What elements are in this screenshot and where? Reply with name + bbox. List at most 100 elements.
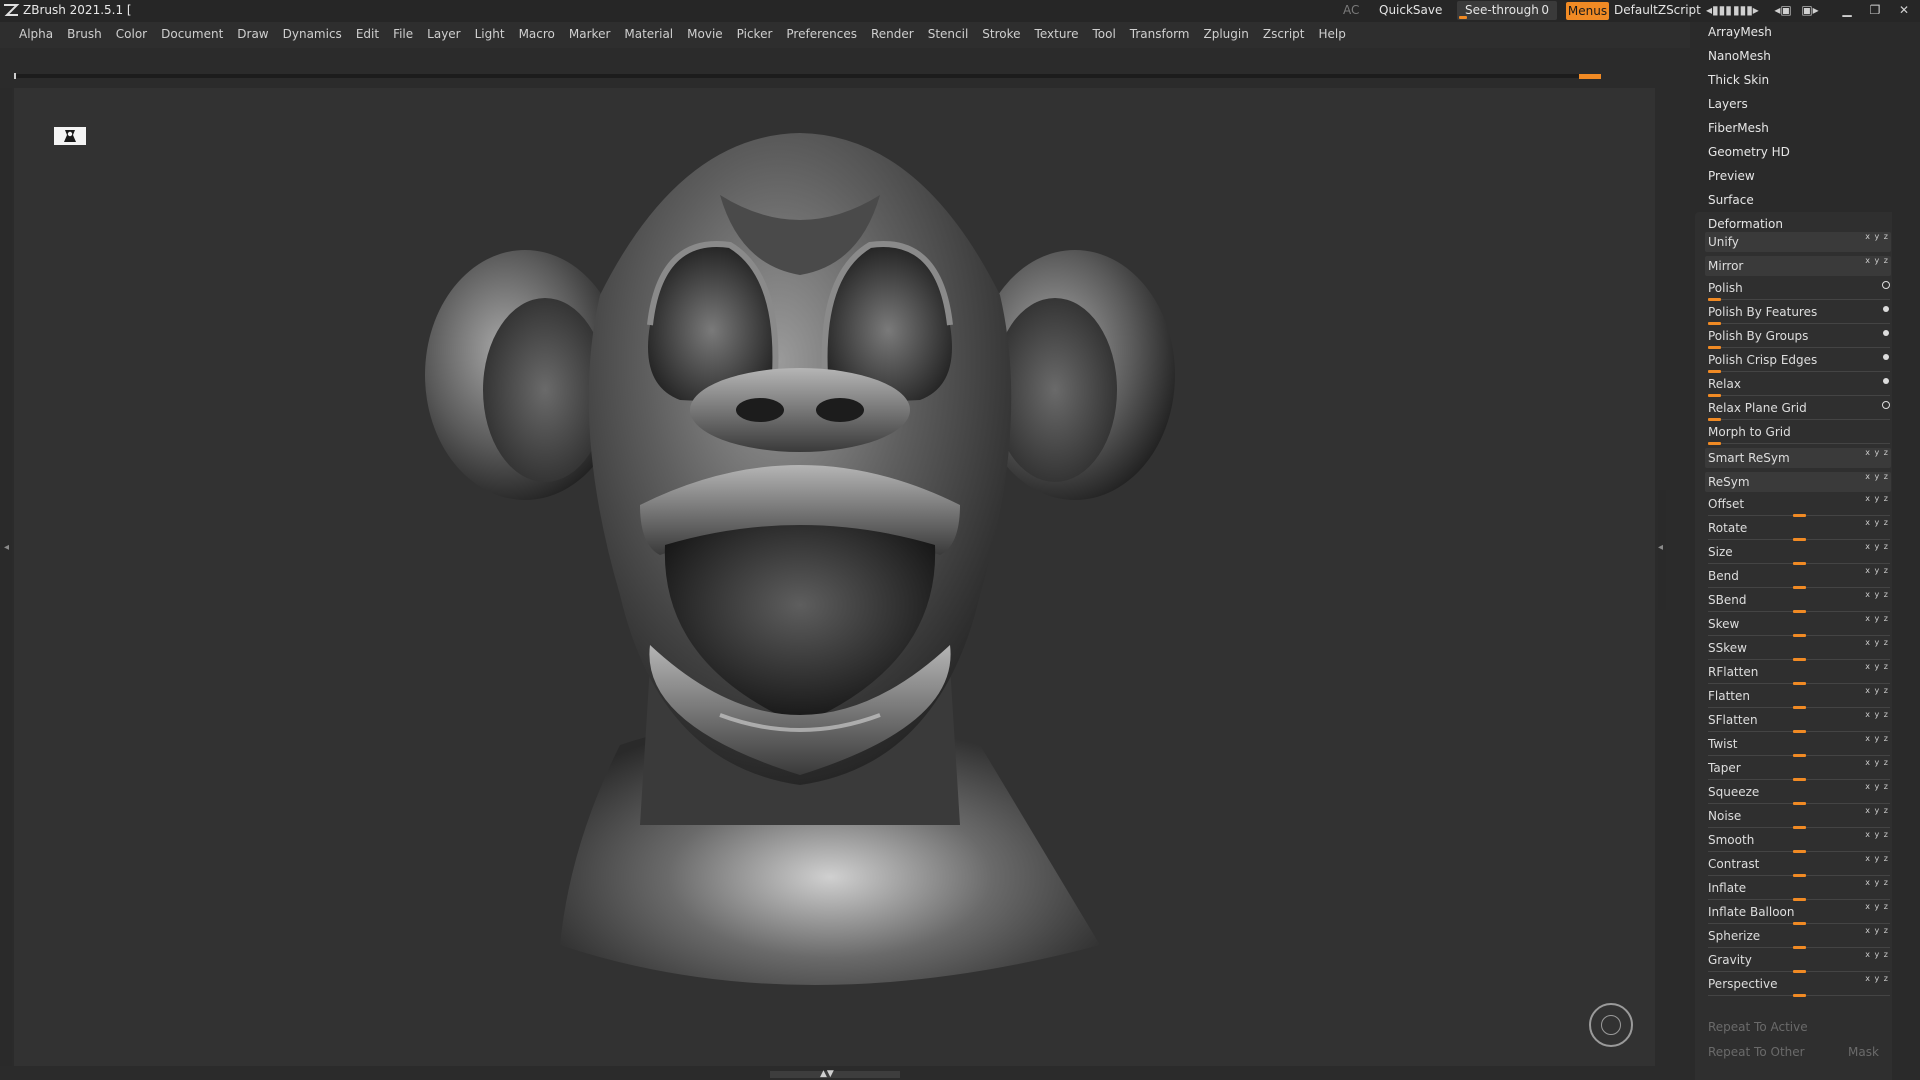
menu-dynamics[interactable]: Dynamics: [276, 27, 349, 41]
slider-thumb[interactable]: [1792, 610, 1806, 613]
skew-slider[interactable]: Skew x y z: [1705, 614, 1891, 637]
axis-toggle-icons[interactable]: x y z: [1865, 472, 1889, 481]
menu-brush[interactable]: Brush: [60, 27, 109, 41]
taper-slider[interactable]: Taper x y z: [1705, 758, 1891, 781]
menu-movie[interactable]: Movie: [680, 27, 730, 41]
sbend-slider[interactable]: SBend x y z: [1705, 590, 1891, 613]
menu-draw[interactable]: Draw: [230, 27, 275, 41]
quicksave-button[interactable]: QuickSave: [1379, 3, 1442, 17]
rotate-gyro-icon[interactable]: [1589, 1003, 1633, 1047]
slider-thumb[interactable]: [1792, 514, 1806, 517]
axis-toggle-icons[interactable]: x y z: [1865, 878, 1889, 887]
slider-thumb[interactable]: [1792, 682, 1806, 685]
unify-button[interactable]: Unify x y z: [1705, 232, 1891, 254]
sculpt-model[interactable]: [420, 125, 1180, 1025]
floor-toggle-icon[interactable]: [54, 127, 86, 145]
rotate-slider[interactable]: Rotate x y z: [1705, 518, 1891, 541]
subpalette-geometry-hd[interactable]: Geometry HD: [1708, 145, 1790, 159]
menu-layer[interactable]: Layer: [420, 27, 467, 41]
slider-thumb[interactable]: [1792, 538, 1806, 541]
polish-by-features-slider[interactable]: Polish By Features: [1705, 302, 1891, 325]
close-icon[interactable]: ✕: [1895, 2, 1913, 19]
repeat-to-active-button[interactable]: Repeat To Active: [1708, 1020, 1808, 1034]
menus-button[interactable]: Menus: [1566, 2, 1609, 20]
minimize-icon[interactable]: ▁: [1838, 2, 1856, 19]
interface-shrink-icon[interactable]: ◂▮▮▮: [1706, 2, 1732, 19]
menu-edit[interactable]: Edit: [349, 27, 386, 41]
slider-thumb[interactable]: [1792, 778, 1806, 781]
slider-thumb[interactable]: [1792, 634, 1806, 637]
axis-toggle-icons[interactable]: x y z: [1865, 758, 1889, 767]
menu-transform[interactable]: Transform: [1123, 27, 1197, 41]
slider-thumb[interactable]: [1708, 442, 1721, 445]
menu-picker[interactable]: Picker: [730, 27, 780, 41]
sflatten-slider[interactable]: SFlatten x y z: [1705, 710, 1891, 733]
menu-alpha[interactable]: Alpha: [12, 27, 60, 41]
polish-crisp-edges-slider[interactable]: Polish Crisp Edges: [1705, 350, 1891, 373]
slider-thumb[interactable]: [1708, 370, 1721, 373]
morph-to-grid-slider[interactable]: Morph to Grid: [1705, 422, 1891, 445]
ac-label[interactable]: AC: [1343, 3, 1359, 17]
repeat-to-other-button[interactable]: Repeat To Other: [1708, 1045, 1805, 1059]
menu-file[interactable]: File: [386, 27, 420, 41]
contrast-slider[interactable]: Contrast x y z: [1705, 854, 1891, 877]
slider-thumb[interactable]: [1792, 586, 1806, 589]
slider-thumb[interactable]: [1792, 874, 1806, 877]
subpalette-fibermesh[interactable]: FiberMesh: [1708, 121, 1769, 135]
flatten-slider[interactable]: Flatten x y z: [1705, 686, 1891, 709]
axis-toggle-icons[interactable]: x y z: [1865, 710, 1889, 719]
axis-toggle-icons[interactable]: x y z: [1865, 256, 1889, 265]
deformation-title[interactable]: Deformation: [1708, 217, 1783, 231]
menu-tool[interactable]: Tool: [1085, 27, 1122, 41]
bottom-tray-handle[interactable]: [770, 1071, 900, 1078]
menu-preferences[interactable]: Preferences: [779, 27, 864, 41]
axis-toggle-icons[interactable]: x y z: [1865, 518, 1889, 527]
subpalette-nanomesh[interactable]: NanoMesh: [1708, 49, 1771, 63]
right-tray-toggle[interactable]: ◂: [1658, 490, 1666, 610]
subpalette-arraymesh[interactable]: ArrayMesh: [1708, 25, 1772, 39]
subpalette-thick-skin[interactable]: Thick Skin: [1708, 73, 1769, 87]
menu-texture[interactable]: Texture: [1028, 27, 1086, 41]
axis-toggle-icons[interactable]: x y z: [1865, 950, 1889, 959]
slider-thumb[interactable]: [1792, 850, 1806, 853]
menu-light[interactable]: Light: [468, 27, 512, 41]
menu-document[interactable]: Document: [154, 27, 230, 41]
slider-thumb[interactable]: [1708, 418, 1721, 421]
relax-slider[interactable]: Relax: [1705, 374, 1891, 397]
default-zscript-button[interactable]: DefaultZScript: [1614, 3, 1701, 17]
relax-plane-grid-slider[interactable]: Relax Plane Grid: [1705, 398, 1891, 421]
menu-render[interactable]: Render: [864, 27, 921, 41]
slider-thumb[interactable]: [1708, 322, 1721, 325]
slider-thumb[interactable]: [1708, 298, 1721, 301]
axis-toggle-icons[interactable]: x y z: [1865, 854, 1889, 863]
axis-toggle-icons[interactable]: x y z: [1865, 782, 1889, 791]
restore-icon[interactable]: ❐: [1866, 2, 1884, 19]
slider-thumb[interactable]: [1792, 730, 1806, 733]
spherize-slider[interactable]: Spherize x y z: [1705, 926, 1891, 949]
axis-toggle-icons[interactable]: x y z: [1865, 232, 1889, 241]
bend-slider[interactable]: Bend x y z: [1705, 566, 1891, 589]
slider-thumb[interactable]: [1792, 946, 1806, 949]
axis-toggle-icons[interactable]: x y z: [1865, 590, 1889, 599]
inflate-balloon-slider[interactable]: Inflate Balloon x y z: [1705, 902, 1891, 925]
axis-toggle-icons[interactable]: x y z: [1865, 686, 1889, 695]
smart-resym-button[interactable]: Smart ReSym x y z: [1705, 448, 1891, 470]
menu-help[interactable]: Help: [1312, 27, 1353, 41]
axis-toggle-icons[interactable]: x y z: [1865, 926, 1889, 935]
menu-material[interactable]: Material: [617, 27, 680, 41]
slider-thumb[interactable]: [1792, 802, 1806, 805]
twist-slider[interactable]: Twist x y z: [1705, 734, 1891, 757]
subpalette-preview[interactable]: Preview: [1708, 169, 1755, 183]
see-through-slider[interactable]: See-through 0: [1457, 1, 1557, 20]
interface-expand-icon[interactable]: ▮▮▮▸: [1733, 2, 1759, 19]
left-tray-toggle[interactable]: ◂: [4, 490, 12, 610]
slider-thumb[interactable]: [1792, 754, 1806, 757]
slider-thumb[interactable]: [1708, 346, 1721, 349]
slider-thumb[interactable]: [1792, 658, 1806, 661]
axis-toggle-icons[interactable]: x y z: [1865, 806, 1889, 815]
axis-toggle-icons[interactable]: x y z: [1865, 448, 1889, 457]
axis-toggle-icons[interactable]: x y z: [1865, 974, 1889, 983]
slider-thumb[interactable]: [1792, 826, 1806, 829]
offset-slider[interactable]: Offset x y z: [1705, 494, 1891, 517]
layout-left-icon[interactable]: ◂▣: [1773, 2, 1793, 19]
